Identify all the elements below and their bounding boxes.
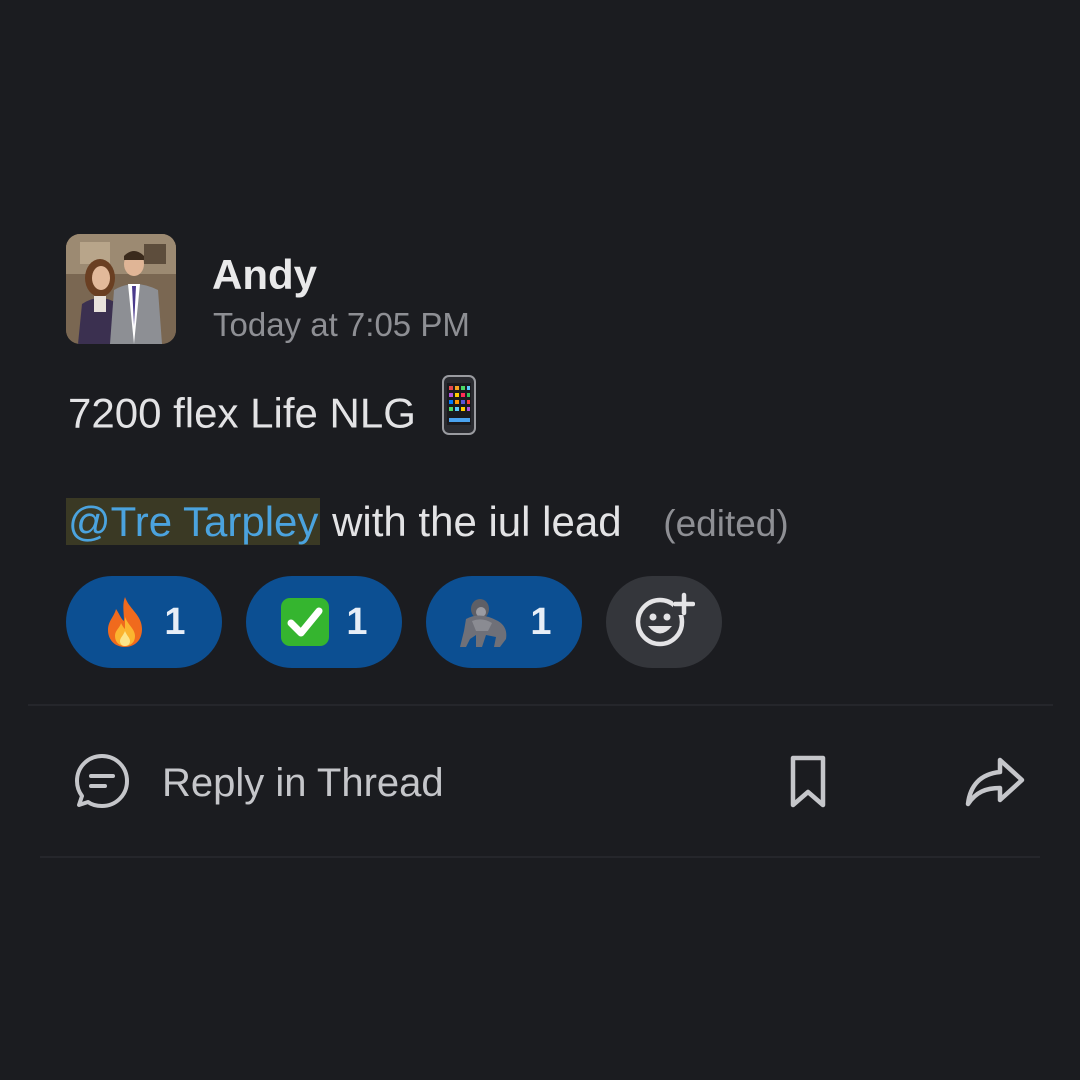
avatar-photo xyxy=(66,234,176,344)
avatar[interactable] xyxy=(66,234,176,344)
message-text-line-1: 7200 flex Life NLG xyxy=(68,375,476,448)
message-text-line-2: @Tre Tarpley with the iul lead (edited) xyxy=(66,494,789,552)
mobile-phone-emoji xyxy=(441,375,476,448)
share-arrow-icon xyxy=(964,757,1026,814)
message-detail-screen: Andy Today at 7:05 PM 7200 flex Life NLG xyxy=(0,0,1080,1080)
message-text: with the iul lead xyxy=(332,498,622,545)
reaction-fire[interactable]: 1 xyxy=(66,576,222,668)
user-mention[interactable]: @Tre Tarpley xyxy=(66,498,321,545)
message-timestamp: Today at 7:05 PM xyxy=(213,306,470,343)
edited-label: (edited) xyxy=(663,503,789,544)
reaction-count: 1 xyxy=(164,600,186,643)
chat-bubble-icon xyxy=(72,751,132,816)
message-text: 7200 flex Life NLG xyxy=(68,389,416,437)
reaction-check[interactable]: 1 xyxy=(246,576,402,668)
save-button[interactable] xyxy=(786,754,830,810)
bookmark-icon xyxy=(786,755,830,814)
divider xyxy=(40,856,1040,858)
reaction-count: 1 xyxy=(530,600,552,643)
divider xyxy=(28,704,1053,706)
add-reaction-button[interactable] xyxy=(606,576,722,668)
add-emoji-icon xyxy=(633,589,696,656)
author-name[interactable]: Andy xyxy=(212,250,317,300)
reply-in-thread-button[interactable]: Reply in Thread xyxy=(72,748,444,818)
gorilla-emoji xyxy=(456,595,514,649)
check-mark-emoji xyxy=(280,597,330,647)
reply-in-thread-label: Reply in Thread xyxy=(162,760,444,805)
share-button[interactable] xyxy=(964,756,1026,810)
reaction-count: 1 xyxy=(346,600,368,643)
fire-emoji xyxy=(102,595,148,649)
reaction-gorilla[interactable]: 1 xyxy=(426,576,582,668)
